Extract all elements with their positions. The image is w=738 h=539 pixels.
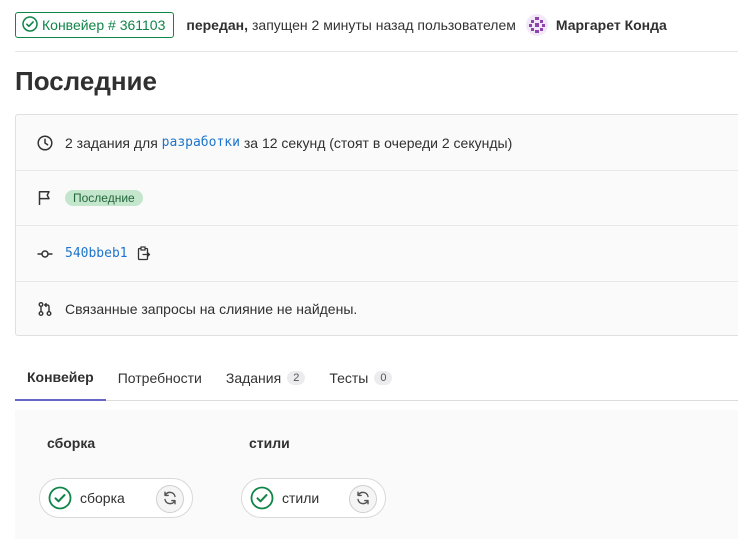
ref-row: Последние <box>16 171 738 225</box>
commit-icon <box>36 246 54 262</box>
tab-label: Тесты <box>329 370 369 386</box>
tab-tests[interactable]: Тесты 0 <box>317 355 404 401</box>
ref-badge[interactable]: Последние <box>65 190 143 206</box>
copy-icon[interactable] <box>137 245 151 262</box>
pipeline-started-text: запущен 2 минуты назад пользователем <box>251 17 516 33</box>
avatar[interactable] <box>525 14 548 36</box>
merge-requests-row: Связанные запросы на слияние не найдены. <box>16 282 738 336</box>
merge-request-icon <box>36 301 54 317</box>
tab-label: Задания <box>225 370 282 386</box>
commit-sha-link[interactable]: 540bbeb1 <box>65 246 128 261</box>
retry-icon <box>162 490 178 509</box>
retry-icon <box>355 490 371 509</box>
stage-title: сборка <box>47 435 96 451</box>
tab-needs[interactable]: Потребности <box>106 355 214 401</box>
retry-button[interactable] <box>156 485 184 513</box>
pipeline-graph: сборка сборка стили стили <box>15 410 738 539</box>
job-pill[interactable]: сборка <box>39 478 193 518</box>
page-title: Последние <box>15 66 157 96</box>
job-pill[interactable]: стили <box>241 478 386 518</box>
branch-link[interactable]: разработки <box>162 135 240 150</box>
tab-label: Потребности <box>117 370 202 386</box>
tab-count-badge: 2 <box>287 371 306 385</box>
tab-count-badge: 0 <box>374 371 393 385</box>
tab-jobs[interactable]: Задания 2 <box>214 355 317 401</box>
tab-pipeline[interactable]: Конвейер <box>15 355 106 401</box>
pipeline-tabs: Конвейер Потребности Задания 2 Тесты 0 <box>15 355 738 401</box>
author-link[interactable]: Маргарет Конда <box>556 17 667 33</box>
pipeline-info-box: 2 задания для разработки за 12 секунд (с… <box>15 114 738 336</box>
jobs-summary-prefix: 2 задания для <box>65 134 158 151</box>
clock-icon <box>36 134 54 151</box>
flag-icon <box>36 190 54 206</box>
commit-row: 540bbeb1 <box>16 226 738 281</box>
status-success-icon <box>48 486 72 510</box>
jobs-summary-suffix: за 12 секунд (стоят в очереди 2 секунды) <box>243 134 513 151</box>
jobs-summary-row: 2 задания для разработки за 12 секунд (с… <box>16 115 738 170</box>
pipeline-header: Конвейер # 361103 передан, запущен 2 мин… <box>15 12 667 38</box>
tab-label: Конвейер <box>27 369 94 385</box>
retry-button[interactable] <box>349 485 377 513</box>
status-success-icon <box>22 15 42 35</box>
stage-title: стили <box>249 435 290 451</box>
pipeline-status-text: передан, <box>186 17 248 33</box>
pipeline-status-badge[interactable]: Конвейер # 361103 <box>15 12 175 38</box>
job-name: стили <box>282 490 320 506</box>
header-divider <box>15 51 738 52</box>
status-success-icon <box>250 486 274 510</box>
job-name: сборка <box>80 490 125 506</box>
pipeline-badge-label: Конвейер # 361103 <box>42 17 166 33</box>
merge-requests-text: Связанные запросы на слияние не найдены. <box>65 301 358 317</box>
